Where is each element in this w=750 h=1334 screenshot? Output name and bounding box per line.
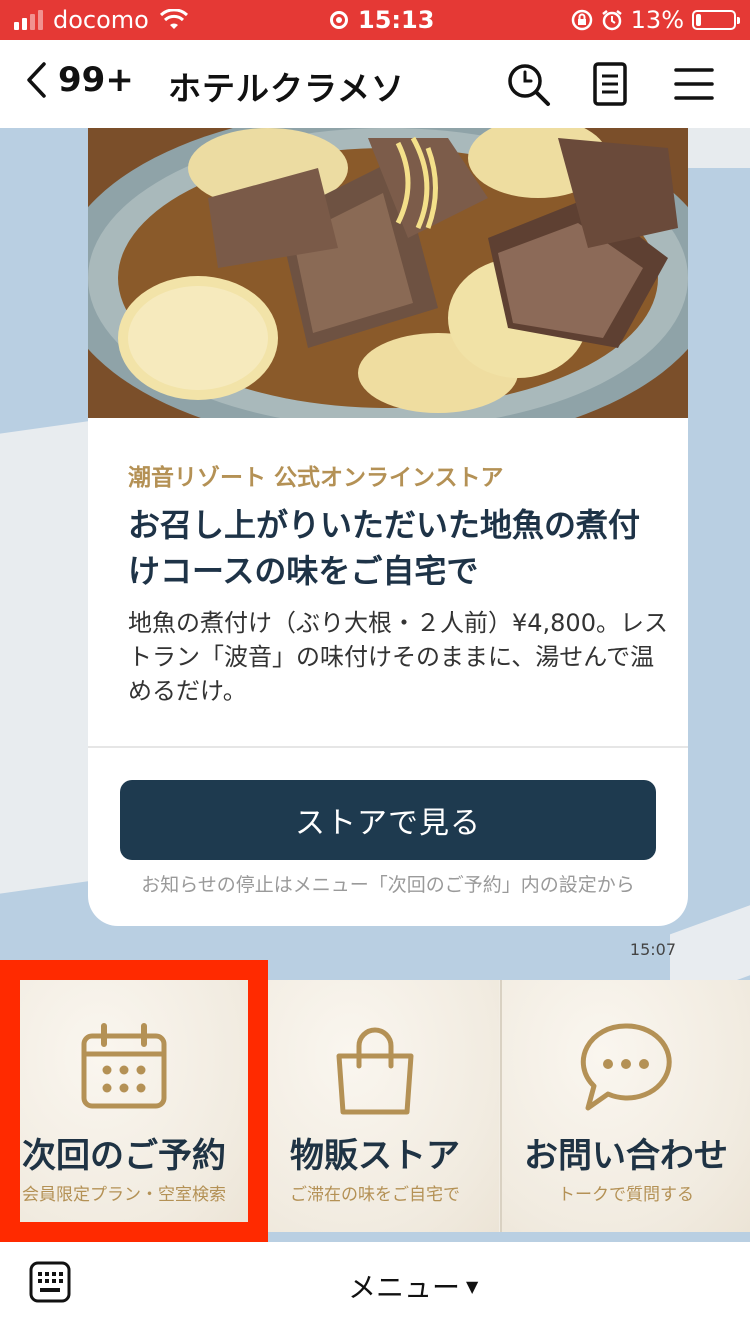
status-right: 13% (571, 6, 740, 34)
chat-bubble-icon (580, 1023, 672, 1111)
status-center: 15:13 (330, 6, 434, 34)
signal-icon (14, 10, 43, 30)
brand-label: 潮音リゾート 公式オンラインストア (128, 465, 504, 491)
menu-toggle-label: メニュー (348, 1271, 461, 1304)
unread-count: 99+ (58, 60, 134, 100)
caret-down-icon: ▼ (466, 1276, 479, 1296)
battery-icon (692, 10, 740, 30)
view-store-button[interactable]: ストアで見る (120, 780, 656, 860)
notes-icon[interactable] (586, 60, 634, 108)
back-button[interactable]: 99+ (24, 60, 134, 100)
clock: 15:13 (358, 6, 435, 34)
rich-menu-title: 次回のご予約 (22, 1136, 226, 1176)
rich-menu-title: お問い合わせ (524, 1136, 728, 1176)
message-description: 地魚の煮付け（ぶり大根・２人前）¥4,800。レストラン「波音」の味付けそのまま… (128, 609, 668, 705)
status-left: docomo (14, 6, 189, 34)
rich-menu-reservation[interactable]: 次回のご予約 会員限定プラン・空室検索 (0, 980, 248, 1232)
message-headline: お召し上がりいただいた地魚の煮付けコースの味をご自宅で (128, 506, 641, 590)
rich-menu-store[interactable]: 物販ストア ご滞在の味をご自宅で (251, 980, 499, 1232)
keyboard-icon[interactable] (28, 1260, 72, 1304)
rich-menu: 次回のご予約 会員限定プラン・空室検索 物販ストア ご滞在の味をご自宅で お問い… (0, 980, 750, 1232)
shopping-bag-icon (336, 1027, 414, 1115)
rich-menu-subtitle: 会員限定プラン・空室検索 (22, 1185, 226, 1205)
rotation-lock-icon (571, 9, 592, 31)
chat-area[interactable]: 潮音リゾート 公式オンラインストア お召し上がりいただいた地魚の煮付けコースの味… (0, 128, 750, 980)
search-icon[interactable] (504, 60, 552, 108)
message-timestamp: 15:07 (629, 940, 676, 959)
wifi-icon (159, 9, 188, 29)
rich-menu-subtitle: トークで質問する (558, 1185, 694, 1205)
chat-title: ホテルクラメソ (168, 69, 406, 108)
bottom-bar: メニュー ▼ (0, 1242, 750, 1334)
unsubscribe-note: お知らせの停止はメニュー「次回のご予約」内の設定から (141, 874, 635, 896)
status-bar: docomo 15:13 13% (0, 0, 750, 40)
menu-icon[interactable] (670, 60, 718, 108)
divider (88, 746, 688, 748)
message-card[interactable]: 潮音リゾート 公式オンラインストア お召し上がりいただいた地魚の煮付けコースの味… (88, 128, 688, 926)
rich-menu-contact[interactable]: お問い合わせ トークで質問する (502, 980, 750, 1232)
chevron-left-icon (27, 62, 46, 98)
chat-header: 99+ ホテルクラメソ (0, 40, 750, 128)
simmered-fish-daikon-photo (88, 128, 688, 418)
rich-menu-subtitle: ご滞在の味をご自宅で (290, 1185, 460, 1205)
food-image[interactable] (88, 128, 688, 418)
alarm-icon (601, 10, 622, 31)
battery-percent: 13% (630, 6, 684, 34)
screen-record-icon (330, 11, 348, 29)
rich-menu-title: 物販ストア (290, 1136, 460, 1176)
calendar-icon (81, 1023, 167, 1109)
carrier-label: docomo (53, 6, 149, 34)
menu-toggle-button[interactable]: メニュー ▼ (348, 1266, 478, 1306)
